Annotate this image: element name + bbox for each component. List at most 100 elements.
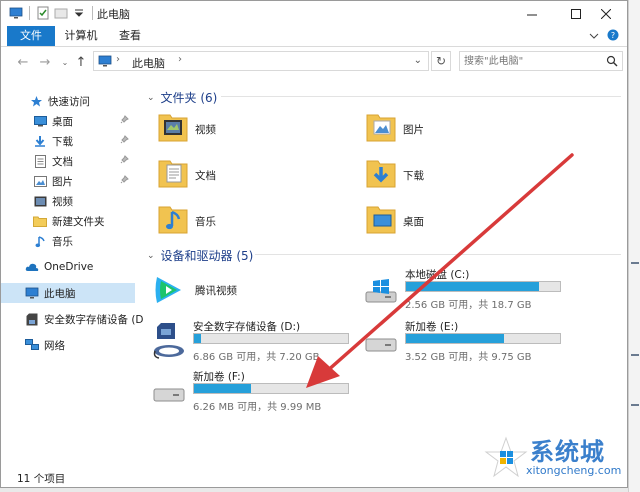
svg-text:?: ?	[611, 31, 615, 40]
folder-music[interactable]: 音乐	[157, 203, 216, 240]
nav-onedrive[interactable]: OneDrive	[1, 257, 135, 277]
windows-drive-icon	[363, 279, 399, 308]
breadcrumb-separator-icon[interactable]: ›	[178, 54, 182, 65]
pin-icon[interactable]	[120, 155, 129, 167]
new-folder-icon[interactable]	[54, 6, 68, 20]
address-bar[interactable]: › 此电脑 › ⌄	[93, 51, 429, 71]
breadcrumb-separator-icon[interactable]: ›	[116, 54, 120, 65]
nav-item-pictures[interactable]: 图片	[1, 171, 135, 191]
nav-item-desktop[interactable]: 桌面	[1, 111, 135, 131]
download-icon	[33, 134, 47, 148]
collapse-chevron-icon[interactable]: ⌄	[147, 93, 155, 103]
ribbon-controls: ?	[589, 29, 619, 44]
folder-icon	[33, 214, 47, 228]
search-input[interactable]	[464, 54, 604, 68]
navigation-pane: 快速访问 桌面 下载 文档 图片 视频 新建文件夹 音乐 OneDrive 此电…	[1, 83, 144, 467]
search-icon[interactable]	[606, 55, 618, 70]
tab-computer[interactable]: 计算机	[61, 26, 101, 46]
refresh-button[interactable]: ↻	[431, 51, 451, 71]
nav-label: 网络	[44, 339, 65, 352]
device-tencent-video[interactable]: 腾讯视频	[151, 271, 351, 311]
properties-icon[interactable]	[36, 6, 50, 20]
drive-usage-bar	[405, 333, 561, 344]
background-mark	[631, 262, 639, 264]
nav-item-downloads[interactable]: 下载	[1, 131, 135, 151]
computer-icon[interactable]	[9, 6, 23, 20]
background-mark	[631, 404, 639, 406]
nav-item-music[interactable]: 音乐	[1, 231, 135, 251]
nav-item-new-folder[interactable]: 新建文件夹	[1, 211, 135, 231]
chevron-down-icon[interactable]: ⌄	[414, 55, 422, 66]
picture-folder-icon	[365, 111, 399, 148]
expand-ribbon-icon[interactable]	[589, 30, 599, 43]
nav-label: 图片	[52, 175, 73, 188]
folder-label: 音乐	[195, 216, 216, 228]
drive-d[interactable]: 安全数字存储设备 (D:) 6.86 GB 可用，共 7.20 GB	[151, 319, 371, 363]
nav-secure-device[interactable]: 安全数字存储设备 (D	[1, 309, 144, 329]
folder-label: 下载	[403, 170, 424, 182]
forward-button[interactable]: →	[37, 54, 53, 70]
collapse-chevron-icon[interactable]: ⌄	[147, 251, 155, 261]
drive-e[interactable]: 新加卷 (E:) 3.52 GB 可用，共 9.75 GB	[363, 319, 583, 363]
folder-documents[interactable]: 文档	[157, 157, 216, 194]
drive-label: 本地磁盘 (C:)	[405, 269, 470, 281]
drive-usage-bar	[193, 383, 349, 394]
tab-view[interactable]: 查看	[115, 26, 145, 46]
ribbon-tabs: 文件 计算机 查看 ?	[1, 26, 627, 47]
download-folder-icon	[365, 157, 399, 194]
desktop-folder-icon	[365, 203, 399, 240]
nav-label: 下载	[52, 135, 73, 148]
toolbar-divider	[29, 6, 30, 20]
watermark-brand: 系统城	[530, 438, 605, 466]
content-pane: ⌄ 文件夹 (6) 视频 图片 文档 下载 音乐 桌面 ⌄ 设备和驱动器 (5)…	[141, 83, 627, 467]
drive-c[interactable]: 本地磁盘 (C:) 2.56 GB 可用，共 18.7 GB	[363, 267, 583, 311]
folder-pictures[interactable]: 图片	[365, 111, 424, 148]
nav-item-videos[interactable]: 视频	[1, 191, 135, 211]
nav-label: 视频	[52, 195, 73, 208]
folder-label: 文档	[195, 170, 216, 182]
nav-label: 安全数字存储设备 (D	[44, 313, 144, 326]
recent-locations-button[interactable]: ⌄	[57, 54, 73, 70]
device-label: 腾讯视频	[195, 285, 237, 297]
breadcrumb-this-pc[interactable]: 此电脑	[132, 55, 165, 71]
customize-toolbar-icon[interactable]	[72, 6, 86, 20]
title-bar: 此电脑	[1, 1, 627, 26]
drive-usage-fill	[406, 334, 505, 343]
cloud-icon	[25, 260, 39, 274]
star-icon	[29, 94, 43, 108]
drive-usage-fill	[406, 282, 539, 291]
pin-icon[interactable]	[120, 175, 129, 187]
minimize-button[interactable]	[513, 1, 551, 26]
nav-label: OneDrive	[44, 261, 94, 273]
sd-device-icon	[151, 321, 187, 364]
drive-f[interactable]: 新加卷 (F:) 6.26 MB 可用，共 9.99 MB	[151, 369, 371, 413]
search-box[interactable]	[459, 51, 623, 71]
nav-network[interactable]: 网络	[1, 335, 135, 355]
folder-videos[interactable]: 视频	[157, 111, 216, 148]
pin-icon[interactable]	[120, 115, 129, 127]
nav-this-pc[interactable]: 此电脑	[1, 283, 135, 303]
nav-item-documents[interactable]: 文档	[1, 151, 135, 171]
tab-file[interactable]: 文件	[7, 26, 55, 46]
folders-section-header[interactable]: ⌄ 文件夹 (6)	[147, 89, 217, 106]
drive-label: 安全数字存储设备 (D:)	[193, 321, 301, 333]
address-row: ← → ⌄ ↑ › 此电脑 › ⌄ ↻	[1, 47, 627, 77]
up-button[interactable]: ↑	[73, 54, 89, 70]
close-button[interactable]	[587, 1, 625, 26]
computer-icon	[25, 286, 39, 300]
quick-access-toolbar	[9, 6, 95, 20]
drive-space-text: 6.86 GB 可用，共 7.20 GB	[193, 352, 320, 363]
drive-space-text: 3.52 GB 可用，共 9.75 GB	[405, 352, 532, 363]
devices-section-header[interactable]: ⌄ 设备和驱动器 (5)	[147, 247, 253, 264]
back-button[interactable]: ←	[15, 54, 31, 70]
computer-icon	[98, 55, 112, 70]
drive-usage-fill	[194, 334, 202, 343]
help-icon[interactable]: ?	[607, 29, 619, 44]
drive-space-text: 2.56 GB 可用，共 18.7 GB	[405, 300, 532, 311]
folder-downloads[interactable]: 下载	[365, 157, 424, 194]
music-icon	[33, 234, 47, 248]
folder-desktop[interactable]: 桌面	[365, 203, 424, 240]
section-divider	[255, 254, 621, 255]
nav-quick-access[interactable]: 快速访问	[1, 91, 135, 111]
pin-icon[interactable]	[120, 135, 129, 147]
